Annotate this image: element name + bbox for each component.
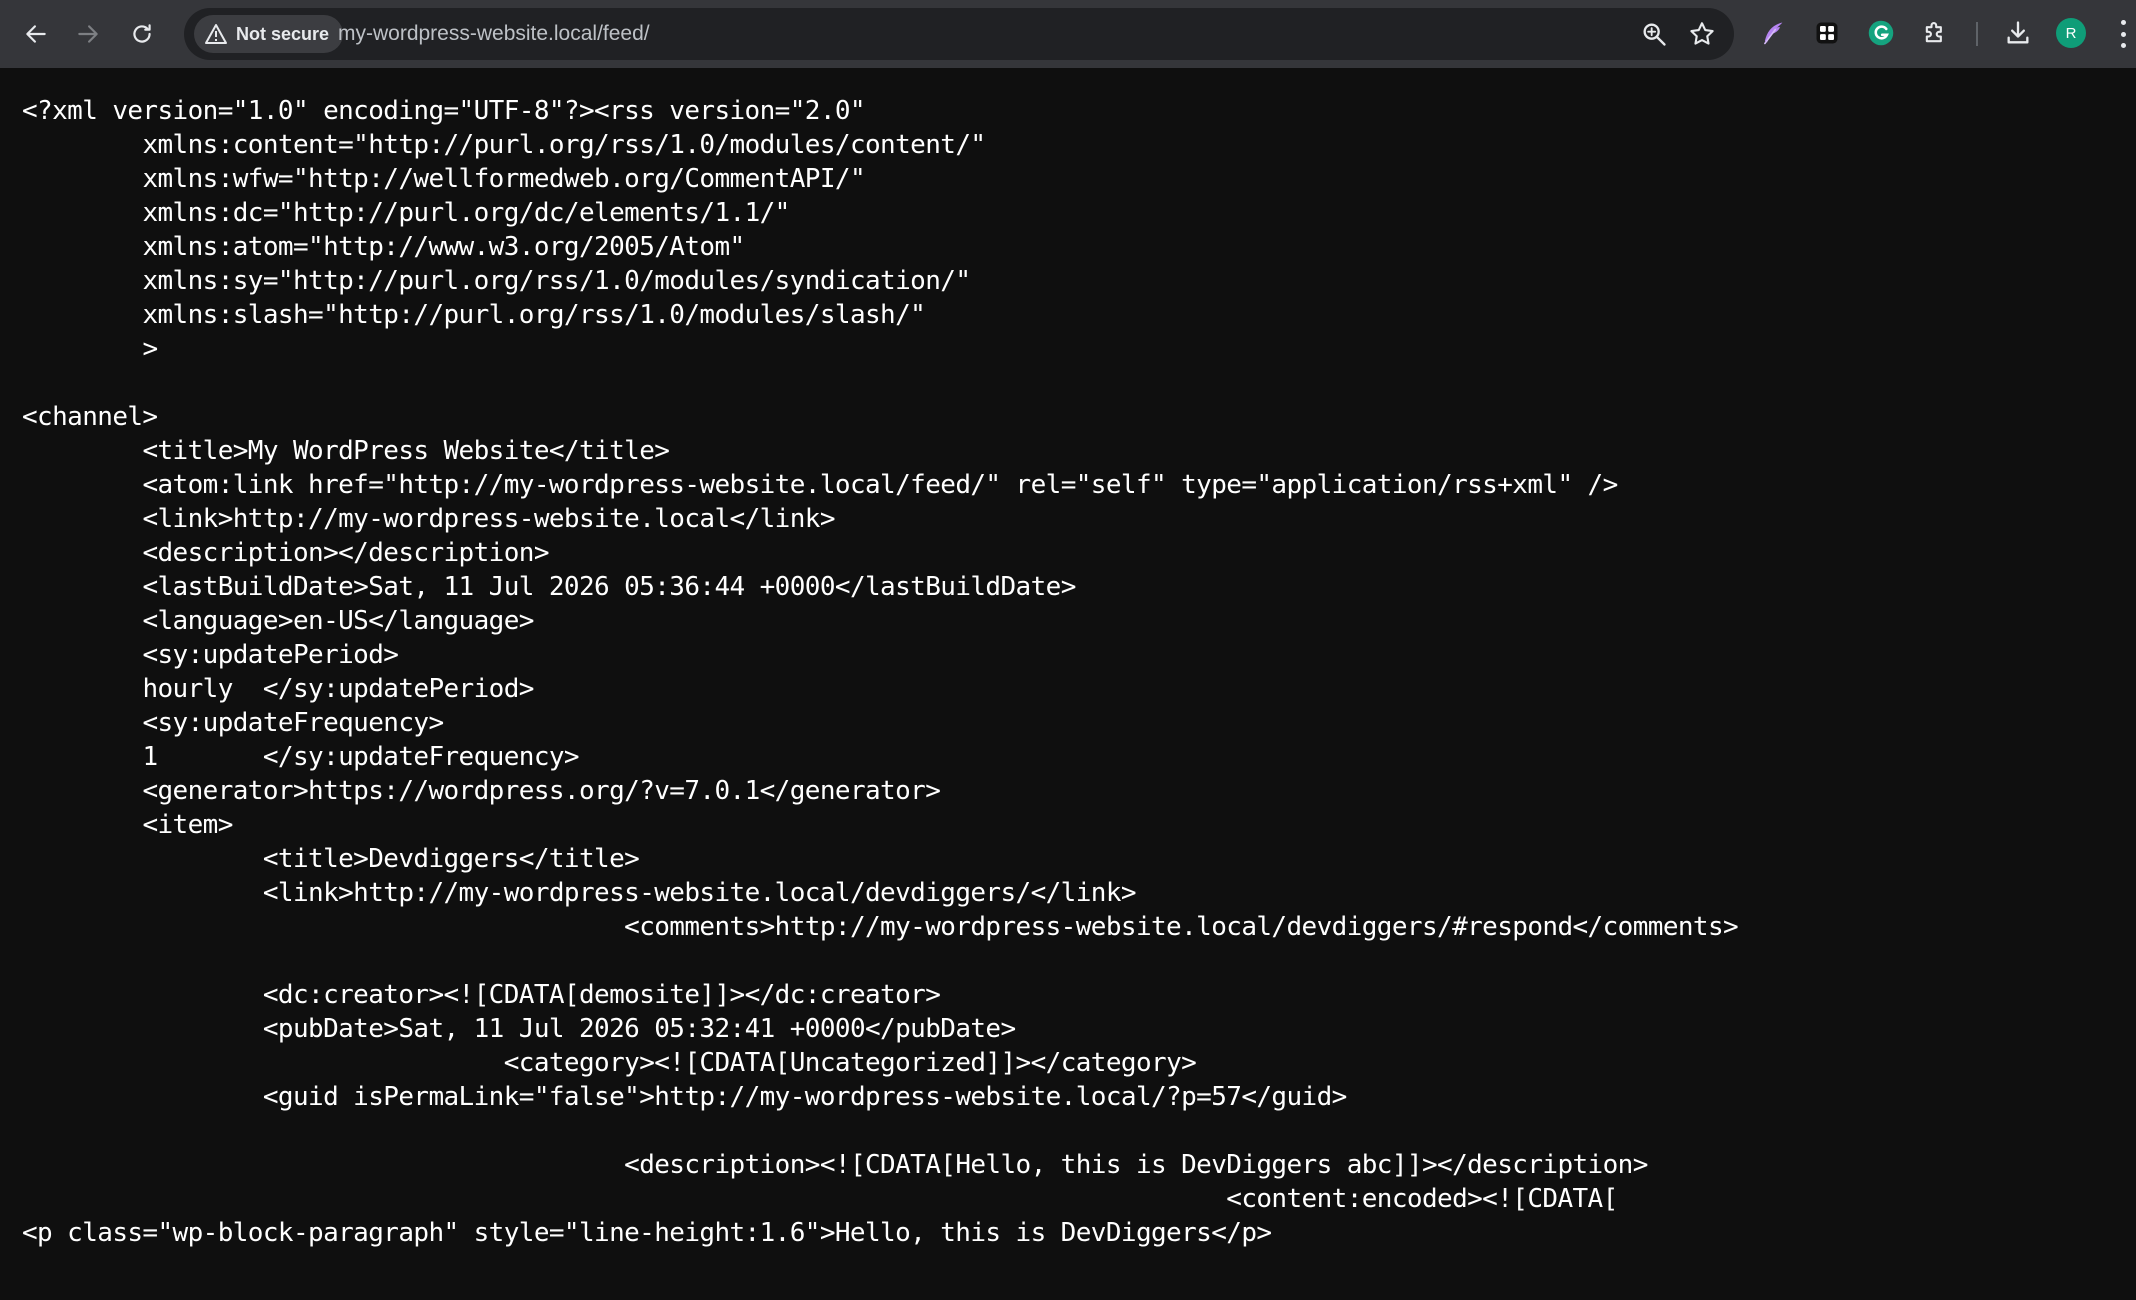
arrow-right-icon bbox=[78, 25, 98, 43]
source-line: xmlns:sy="http://purl.org/rss/1.0/module… bbox=[22, 266, 971, 296]
download-icon bbox=[2007, 21, 2029, 44]
source-line: hourly </sy:updatePeriod> bbox=[22, 674, 534, 704]
source-line bbox=[22, 366, 2122, 400]
menu-dots-icon[interactable] bbox=[2116, 20, 2130, 48]
source-line: <title>Devdiggers</title> bbox=[22, 844, 640, 874]
reload-button[interactable] bbox=[120, 12, 164, 56]
toolbar-divider bbox=[1976, 22, 1978, 46]
source-line: <sy:updatePeriod> bbox=[22, 640, 399, 670]
source-line: <link>http://my-wordpress-website.local<… bbox=[22, 504, 835, 534]
source-line: <description></description> bbox=[22, 538, 549, 568]
downloads-button[interactable] bbox=[2001, 16, 2035, 50]
forward-button[interactable] bbox=[66, 12, 110, 56]
url-text[interactable]: my-wordpress-website.local/feed/ bbox=[338, 8, 650, 60]
source-line: <language>en-US</language> bbox=[22, 606, 534, 636]
warning-triangle-icon bbox=[205, 24, 227, 44]
source-line: <comments>http://my-wordpress-website.lo… bbox=[22, 912, 1739, 942]
four-squares-icon bbox=[1816, 22, 1838, 44]
source-line: <sy:updateFrequency> bbox=[22, 708, 444, 738]
extensions-button[interactable] bbox=[1918, 16, 1952, 50]
back-button[interactable] bbox=[14, 12, 58, 56]
source-line: <?xml version="1.0" encoding="UTF-8"?><r… bbox=[22, 96, 866, 126]
source-line: xmlns:content="http://purl.org/rss/1.0/m… bbox=[22, 130, 986, 160]
feather-pen-icon bbox=[1764, 22, 1783, 45]
source-line: xmlns:slash="http://purl.org/rss/1.0/mod… bbox=[22, 300, 926, 330]
source-line: > bbox=[22, 334, 158, 364]
source-line: <lastBuildDate>Sat, 11 Jul 2026 05:36:44… bbox=[22, 572, 1076, 602]
xml-source-view: <?xml version="1.0" encoding="UTF-8"?><r… bbox=[22, 94, 2122, 1250]
security-chip[interactable]: Not secure bbox=[194, 15, 344, 53]
source-line: <item> bbox=[22, 810, 233, 840]
source-line: <link>http://my-wordpress-website.local/… bbox=[22, 878, 1137, 908]
source-line bbox=[22, 944, 2122, 978]
source-line: 1 </sy:updateFrequency> bbox=[22, 742, 579, 772]
source-line: xmlns:dc="http://purl.org/dc/elements/1.… bbox=[22, 198, 790, 228]
source-line: <category><![CDATA[Uncategorized]]></cat… bbox=[22, 1048, 1197, 1078]
source-line: <dc:creator><![CDATA[demosite]]></dc:cre… bbox=[22, 980, 941, 1010]
source-line: <generator>https://wordpress.org/?v=7.0.… bbox=[22, 776, 941, 806]
source-line: <title>My WordPress Website</title> bbox=[22, 436, 670, 466]
source-line: <guid isPermaLink="false">http://my-word… bbox=[22, 1082, 1347, 1112]
profile-avatar[interactable]: R bbox=[2056, 18, 2086, 48]
arrow-left-icon bbox=[26, 25, 46, 43]
source-line: <atom:link href="http://my-wordpress-web… bbox=[22, 470, 1618, 500]
source-line: xmlns:wfw="http://wellformedweb.org/Comm… bbox=[22, 164, 865, 194]
bookmark-star-icon[interactable] bbox=[1688, 20, 1716, 48]
security-label: Not secure bbox=[236, 23, 330, 44]
source-line: <channel> bbox=[22, 402, 158, 432]
reload-icon bbox=[133, 24, 151, 43]
source-line: <content:encoded><![CDATA[ bbox=[22, 1184, 1618, 1214]
grid-extension-icon[interactable] bbox=[1810, 16, 1844, 50]
grammarly-extension-icon[interactable] bbox=[1864, 16, 1898, 50]
source-line: <description><![CDATA[Hello, this is Dev… bbox=[22, 1150, 1648, 1180]
source-line: xmlns:atom="http://www.w3.org/2005/Atom" bbox=[22, 232, 745, 262]
feather-extension-icon[interactable] bbox=[1756, 16, 1790, 50]
puzzle-piece-icon bbox=[1925, 22, 1942, 43]
zoom-icon[interactable] bbox=[1640, 20, 1668, 48]
source-line bbox=[22, 1114, 2122, 1148]
browser-toolbar: Not secure my-wordpress-website.local/fe… bbox=[0, 0, 2136, 68]
source-line: <pubDate>Sat, 11 Jul 2026 05:32:41 +0000… bbox=[22, 1014, 1016, 1044]
address-bar[interactable]: Not secure my-wordpress-website.local/fe… bbox=[184, 8, 1734, 60]
grammarly-g-icon bbox=[1868, 20, 1894, 46]
source-line: <p class="wp-block-paragraph" style="lin… bbox=[22, 1218, 1272, 1248]
